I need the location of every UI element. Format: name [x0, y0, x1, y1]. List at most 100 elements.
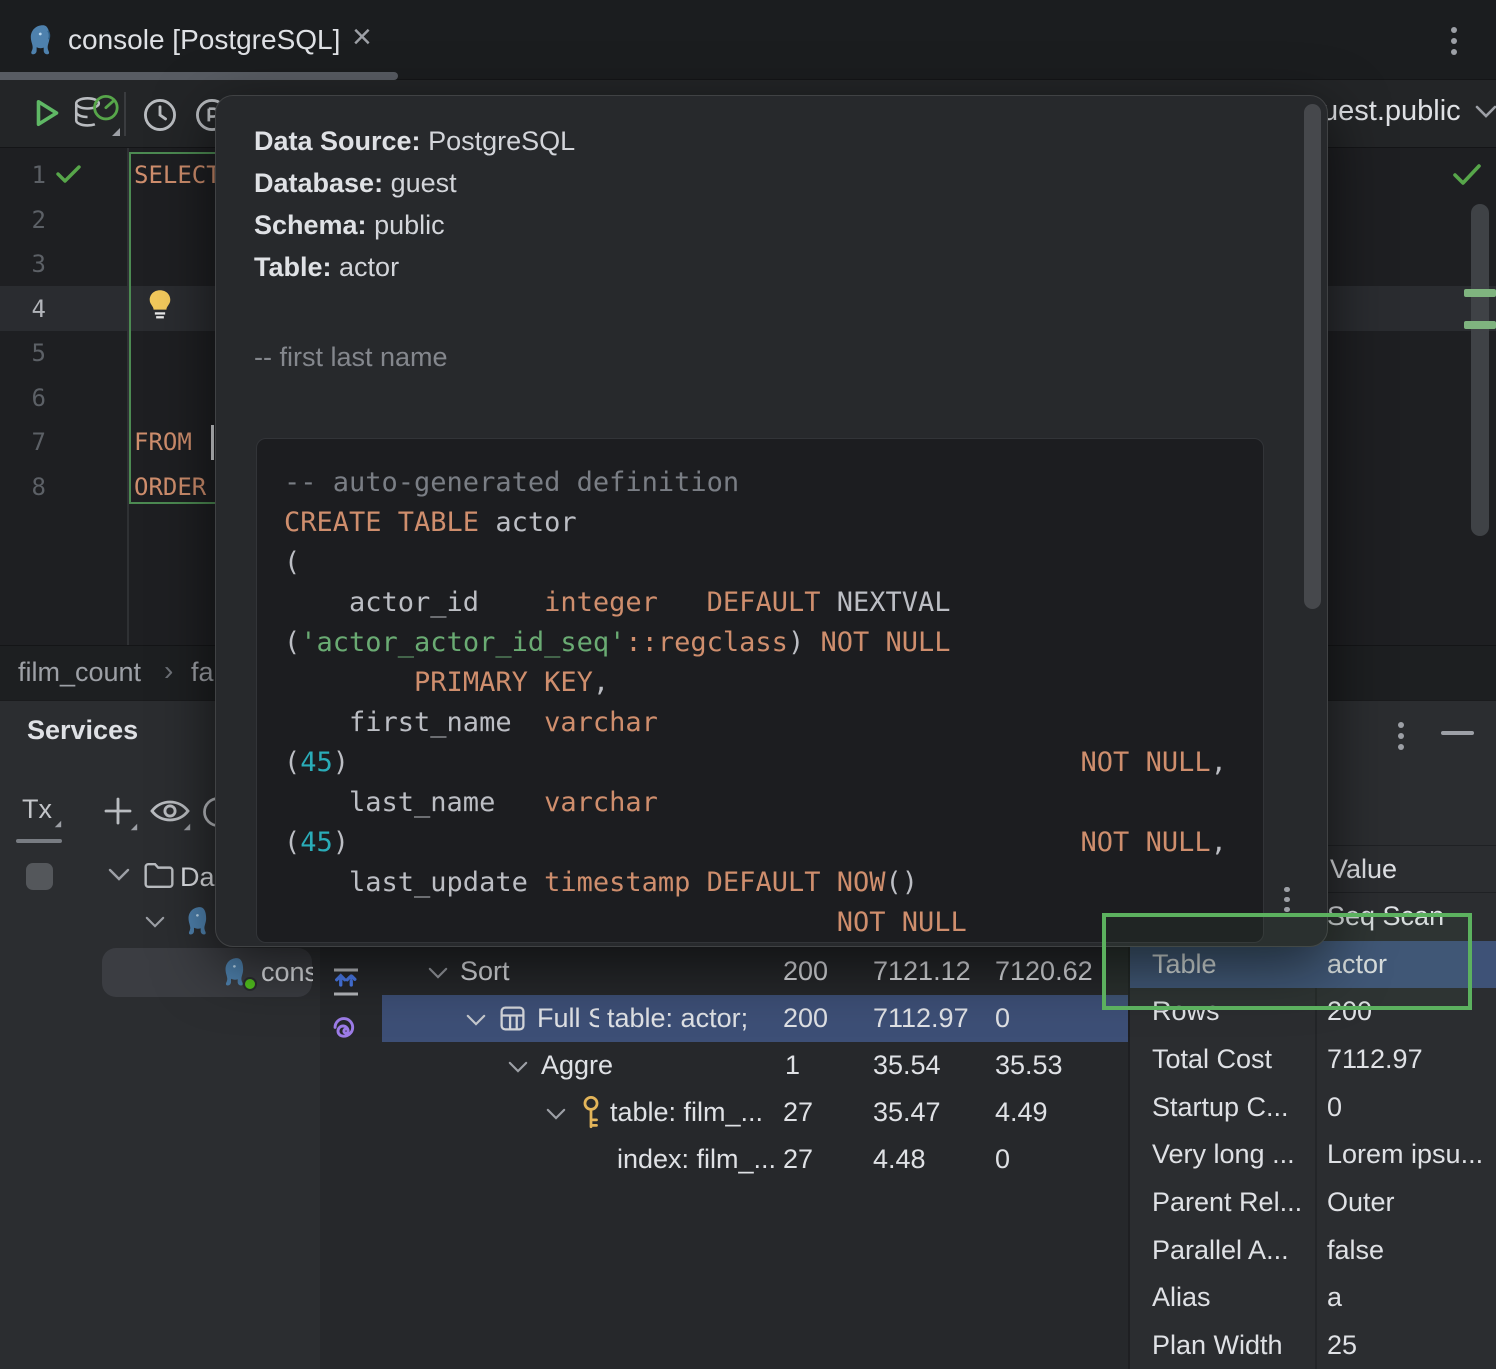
ddl-code: -- auto-generated definitionCREATE TABLE… [284, 463, 1263, 943]
plan-row[interactable]: Sort 200 7121.12 7120.62 [382, 948, 1128, 995]
plan-row[interactable]: index: film_... 27 4.48 0 [382, 1136, 1128, 1183]
tab-close-icon[interactable]: × [352, 18, 372, 57]
plan-startup-cost-value: 7120.62 [995, 948, 1093, 995]
plan-startup-cost-value: 0 [995, 1136, 1010, 1183]
popup-info-line: Data Source: PostgreSQL [254, 126, 575, 168]
plan-info-label: index: film_... [617, 1136, 780, 1183]
plan-info-label: table: actor; [607, 995, 779, 1042]
connected-status-dot [243, 977, 257, 991]
tx-mode-button[interactable]: Tx [22, 794, 66, 834]
add-service-button[interactable] [100, 793, 144, 835]
plan-row-selected[interactable]: Full S table: actor; 200 7112.97 0 [382, 995, 1128, 1042]
property-name: Alias [1152, 1274, 1211, 1321]
statement-executed-check-icon[interactable] [56, 164, 81, 184]
postgresql-icon [26, 23, 60, 57]
ide-window: console [PostgreSQL] × [0, 0, 1496, 1369]
postgresql-icon [184, 905, 216, 937]
line-number: 2 [0, 198, 46, 243]
plan-view-diagram-icon[interactable] [330, 1014, 362, 1046]
toolbar-separator [124, 92, 126, 136]
property-value: 25 [1327, 1322, 1357, 1369]
property-row[interactable]: Plan Width 25 [1130, 1322, 1496, 1369]
line-number: 8 [0, 465, 46, 510]
line-number: 4 [0, 287, 46, 332]
tx-mode-label: Tx [22, 794, 52, 824]
tree-expand-chevron-icon[interactable] [108, 868, 130, 881]
plan-total-cost-value: 35.47 [873, 1089, 941, 1136]
tree-item-datasources-label[interactable]: Da [180, 862, 216, 893]
property-value: 0 [1327, 1084, 1342, 1131]
breadcrumb-item[interactable]: fa [191, 657, 214, 688]
explain-plan-button[interactable] [72, 92, 120, 138]
window-more-options-icon[interactable] [1449, 22, 1459, 60]
line-number: 5 [0, 331, 46, 376]
plan-row[interactable]: table: film_... 27 35.47 4.49 [382, 1089, 1128, 1136]
property-row[interactable]: Total Cost 7112.97 [1130, 1036, 1496, 1084]
plan-startup-cost-value: 35.53 [995, 1042, 1063, 1089]
breadcrumb-item[interactable]: film_count [18, 657, 141, 688]
tree-expand-chevron-icon[interactable] [145, 916, 165, 928]
active-tab-indicator [0, 72, 398, 80]
history-button[interactable] [141, 96, 179, 134]
plan-rows-value: 200 [783, 995, 828, 1042]
plan-view-table-icon[interactable] [328, 964, 364, 1000]
popup-info-line: Database: guest [254, 168, 575, 210]
editor-tab-bar: console [PostgreSQL] × [0, 0, 1496, 80]
tx-selected-underline [16, 839, 62, 843]
line-number: 3 [0, 242, 46, 287]
chevron-down-icon[interactable] [508, 1061, 528, 1073]
ddl-code-block: -- auto-generated definitionCREATE TABLE… [256, 438, 1264, 943]
services-more-options-icon[interactable] [1396, 717, 1406, 755]
run-button[interactable] [28, 94, 64, 132]
plan-startup-cost-value: 4.49 [995, 1089, 1048, 1136]
value-column-header[interactable]: Value [1330, 854, 1397, 885]
editor-line-8: ORDER [134, 465, 206, 510]
tab-title[interactable]: console [PostgreSQL] [68, 24, 340, 56]
inspections-ok-check-icon[interactable] [1452, 163, 1482, 186]
documentation-popup: Data Source: PostgreSQL Database: guest … [215, 95, 1328, 947]
popup-scrollbar[interactable] [1304, 104, 1321, 609]
property-name: Total Cost [1152, 1036, 1272, 1083]
session-selector[interactable]: uest.public [1322, 95, 1496, 128]
properties-more-options-icon[interactable] [1282, 882, 1292, 917]
intention-bulb-icon[interactable] [147, 289, 173, 325]
property-value: false [1327, 1227, 1384, 1274]
property-name: Parent Rel... [1152, 1179, 1302, 1226]
services-panel-title: Services [27, 715, 138, 746]
editor-scrollbar[interactable] [1471, 204, 1489, 536]
change-marker [1464, 321, 1496, 329]
hide-panel-icon[interactable] [1441, 731, 1474, 735]
chevron-down-icon[interactable] [466, 1014, 486, 1026]
tree-selected-row[interactable]: cons [102, 948, 312, 997]
chevron-down-icon [1475, 105, 1496, 118]
plan-row[interactable]: Aggre 1 35.54 35.53 [382, 1042, 1128, 1089]
property-row[interactable]: Alias a [1130, 1274, 1496, 1322]
property-row[interactable]: Parent Rel... Outer [1130, 1179, 1496, 1227]
popup-info-label: Database: [254, 168, 383, 198]
view-options-button[interactable] [149, 793, 195, 835]
line-number: 6 [0, 376, 46, 421]
chevron-down-icon[interactable] [428, 967, 448, 979]
change-marker [1464, 289, 1496, 297]
session-selector-label: uest.public [1322, 95, 1461, 128]
popup-info-value: PostgreSQL [428, 126, 575, 156]
property-name: Startup C... [1152, 1084, 1289, 1131]
property-value: Outer [1327, 1179, 1395, 1226]
tree-item-console-label: cons [261, 957, 313, 988]
annotation-highlight-box [1102, 913, 1472, 1010]
key-icon [580, 1095, 602, 1131]
plan-node-label: Full S [537, 995, 599, 1042]
plan-total-cost-value: 4.48 [873, 1136, 926, 1183]
plan-startup-cost-value: 0 [995, 995, 1010, 1042]
property-row[interactable]: Parallel A... false [1130, 1227, 1496, 1275]
plan-node-label: Sort [460, 948, 510, 995]
popup-info-label: Schema: [254, 210, 367, 240]
dropdown-corner-icon [131, 824, 137, 830]
popup-info-label: Table: [254, 252, 332, 282]
property-row[interactable]: Very long ... Lorem ipsu... [1130, 1131, 1496, 1179]
popup-info-label: Data Source: [254, 126, 421, 156]
folder-icon [143, 861, 175, 890]
property-row[interactable]: Startup C... 0 [1130, 1084, 1496, 1132]
popup-info-value: public [374, 210, 445, 240]
chevron-down-icon[interactable] [546, 1108, 566, 1120]
